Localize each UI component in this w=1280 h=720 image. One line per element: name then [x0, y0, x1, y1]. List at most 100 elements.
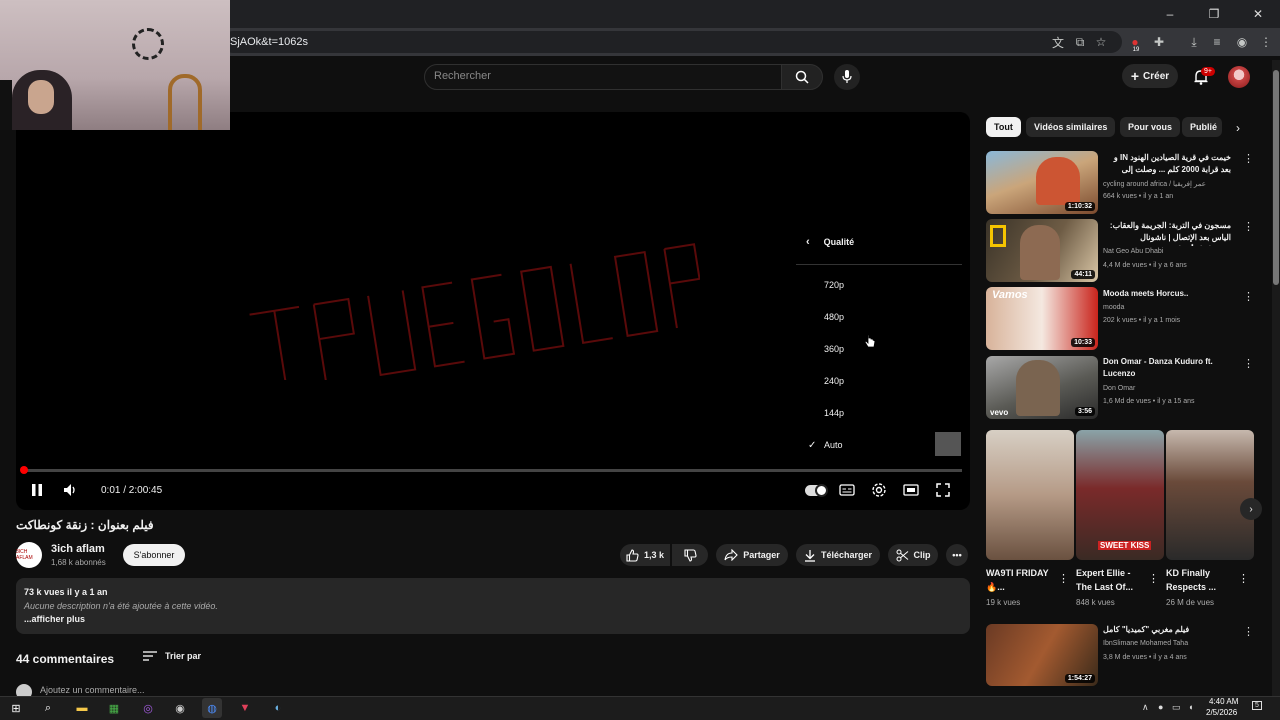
- obs-icon[interactable]: ◉: [170, 698, 190, 718]
- more-vertical-icon[interactable]: ⋮: [1243, 220, 1254, 233]
- more-vertical-icon[interactable]: ⋮: [1243, 152, 1254, 165]
- search-icon[interactable]: ⌕: [38, 698, 58, 718]
- settings-gear-icon[interactable]: [870, 482, 888, 498]
- account-avatar[interactable]: [1228, 66, 1250, 88]
- windows-start-icon[interactable]: ⊞: [6, 698, 26, 718]
- fullscreen-icon[interactable]: [934, 482, 952, 498]
- channel-name[interactable]: Nat Geo Abu Dhabi: [1103, 248, 1163, 255]
- more-actions-button[interactable]: •••: [946, 544, 968, 566]
- quality-option-240p[interactable]: 240p: [824, 376, 844, 386]
- subtitles-icon[interactable]: [838, 482, 856, 498]
- tray-expand-icon[interactable]: ∧: [1142, 702, 1149, 713]
- duration-badge: 1:54:27: [1064, 674, 1095, 683]
- progress-scrubber[interactable]: [20, 466, 28, 474]
- short-thumbnail[interactable]: SWEET KISS: [1076, 430, 1164, 560]
- translate-icon[interactable]: 文: [1050, 34, 1066, 50]
- minimize-button[interactable]: –: [1148, 0, 1192, 28]
- show-more-link[interactable]: ...afficher plus: [24, 614, 85, 624]
- short-title[interactable]: Expert Ellie - The Last Of...: [1076, 566, 1146, 594]
- chip-for-you[interactable]: Pour vous: [1120, 117, 1181, 137]
- file-explorer-icon[interactable]: ▬: [72, 698, 92, 718]
- browser-menu-icon[interactable]: ⋮: [1258, 34, 1274, 50]
- video-title[interactable]: Mooda meets Horcus..: [1103, 288, 1231, 300]
- quality-menu-back[interactable]: ‹ Qualité: [806, 236, 854, 248]
- add-comment-input[interactable]: Ajoutez un commentaire...: [40, 685, 145, 695]
- quality-option-144p[interactable]: 144p: [824, 408, 844, 418]
- create-button[interactable]: + Créer: [1122, 64, 1178, 88]
- network-icon[interactable]: ▭: [1172, 702, 1181, 713]
- short-thumbnail[interactable]: [1166, 430, 1254, 560]
- store-icon[interactable]: ▦: [104, 698, 124, 718]
- video-title[interactable]: Don Omar - Danza Kuduro ft. Lucenzo: [1103, 356, 1231, 380]
- media-control-icon[interactable]: ≡: [1209, 34, 1225, 50]
- profile-icon[interactable]: ◉: [1234, 34, 1250, 50]
- app-icon[interactable]: ▼: [235, 698, 255, 718]
- video-thumbnail[interactable]: vevo 3:56: [986, 356, 1098, 419]
- channel-name[interactable]: 3ich aflam: [51, 543, 105, 555]
- chip-similar[interactable]: Vidéos similaires: [1026, 117, 1116, 137]
- address-bar[interactable]: [222, 31, 1122, 53]
- more-vertical-icon[interactable]: ⋮: [1243, 357, 1254, 370]
- microphone-tray-icon[interactable]: ●: [1158, 702, 1163, 712]
- video-title[interactable]: خيمت في قرية الصيادين الهنود IN و بعد قر…: [1103, 152, 1231, 178]
- quality-option-480p[interactable]: 480p: [824, 312, 844, 322]
- share-button[interactable]: Partager: [716, 544, 788, 566]
- scrollbar-thumb[interactable]: [1273, 70, 1279, 285]
- video-thumbnail[interactable]: 44:11: [986, 219, 1098, 282]
- clip-button[interactable]: Clip: [888, 544, 938, 566]
- chevron-right-icon[interactable]: ›: [1230, 120, 1246, 136]
- video-title[interactable]: فيلم مغربي "كميديا" كامل: [1103, 624, 1211, 636]
- channel-name[interactable]: Don Omar: [1103, 385, 1135, 392]
- volume-icon[interactable]: [62, 482, 78, 498]
- clock-time[interactable]: 4:40 AM: [1209, 697, 1238, 706]
- channel-watermark[interactable]: [935, 432, 961, 456]
- progress-bar[interactable]: [24, 469, 962, 472]
- theater-mode-icon[interactable]: [902, 482, 920, 498]
- clock-date[interactable]: 2/5/2026: [1206, 708, 1237, 717]
- channel-name[interactable]: IbnSlimane Mohamed Taha: [1103, 640, 1188, 647]
- chat-app-icon[interactable]: ◎: [138, 698, 158, 718]
- notification-center[interactable]: 5: [1252, 701, 1262, 710]
- more-vertical-icon[interactable]: ⋮: [1243, 290, 1254, 303]
- quality-option-auto[interactable]: Auto: [824, 440, 843, 450]
- channel-avatar[interactable]: 3ICH AFLAM: [16, 542, 42, 568]
- subscribe-button[interactable]: S'abonner: [123, 544, 185, 566]
- video-thumbnail[interactable]: Vamos 10:33: [986, 287, 1098, 350]
- short-thumbnail[interactable]: [986, 430, 1074, 560]
- channel-name[interactable]: mooda: [1103, 304, 1124, 311]
- speaker-icon[interactable]: ◖: [1188, 702, 1193, 712]
- steam-icon[interactable]: ◐: [268, 698, 288, 718]
- close-window-button[interactable]: ✕: [1236, 0, 1280, 28]
- video-thumbnail[interactable]: 1:54:27: [986, 624, 1098, 686]
- pause-icon[interactable]: [30, 483, 44, 497]
- voice-search-button[interactable]: [834, 64, 860, 90]
- install-app-icon[interactable]: ⧉: [1072, 34, 1088, 50]
- downloads-icon[interactable]: ⤓: [1186, 34, 1202, 50]
- restore-button[interactable]: ❐: [1192, 0, 1236, 28]
- quality-option-720p[interactable]: 720p: [824, 280, 844, 290]
- chip-published[interactable]: Publié: [1182, 117, 1222, 137]
- more-vertical-icon[interactable]: ⋮: [1243, 625, 1254, 638]
- extensions-puzzle-icon[interactable]: ✚: [1151, 34, 1167, 50]
- more-vertical-icon[interactable]: ⋮: [1058, 572, 1069, 585]
- download-button[interactable]: Télécharger: [796, 544, 880, 566]
- short-title[interactable]: WA9TI FRIDAY 🔥...: [986, 566, 1056, 594]
- search-button[interactable]: [781, 64, 823, 90]
- short-views: 848 k vues: [1076, 598, 1115, 607]
- short-title[interactable]: KD Finally Respects ...: [1166, 566, 1236, 594]
- bookmark-star-icon[interactable]: ☆: [1093, 34, 1109, 50]
- sort-comments-button[interactable]: Trier par: [143, 651, 201, 661]
- chip-all[interactable]: Tout: [986, 117, 1021, 137]
- like-button[interactable]: 1,3 k: [620, 544, 670, 566]
- window-controls: – ❐ ✕: [1148, 0, 1280, 28]
- address-bar-text[interactable]: SjAOk&t=1062s: [230, 36, 308, 48]
- channel-name[interactable]: cycling around africa / عمر إفريقيا: [1103, 180, 1206, 188]
- shorts-next-button[interactable]: ›: [1240, 498, 1262, 520]
- more-vertical-icon[interactable]: ⋮: [1148, 572, 1159, 585]
- more-vertical-icon[interactable]: ⋮: [1238, 572, 1249, 585]
- dislike-button[interactable]: [672, 544, 708, 566]
- video-title[interactable]: مسجون في التربة: الجريمة والعقاب: الياس …: [1103, 220, 1231, 246]
- quality-option-360p[interactable]: 360p: [824, 344, 844, 354]
- video-thumbnail[interactable]: 1:10:32: [986, 151, 1098, 214]
- chrome-icon[interactable]: ◍: [202, 698, 222, 718]
